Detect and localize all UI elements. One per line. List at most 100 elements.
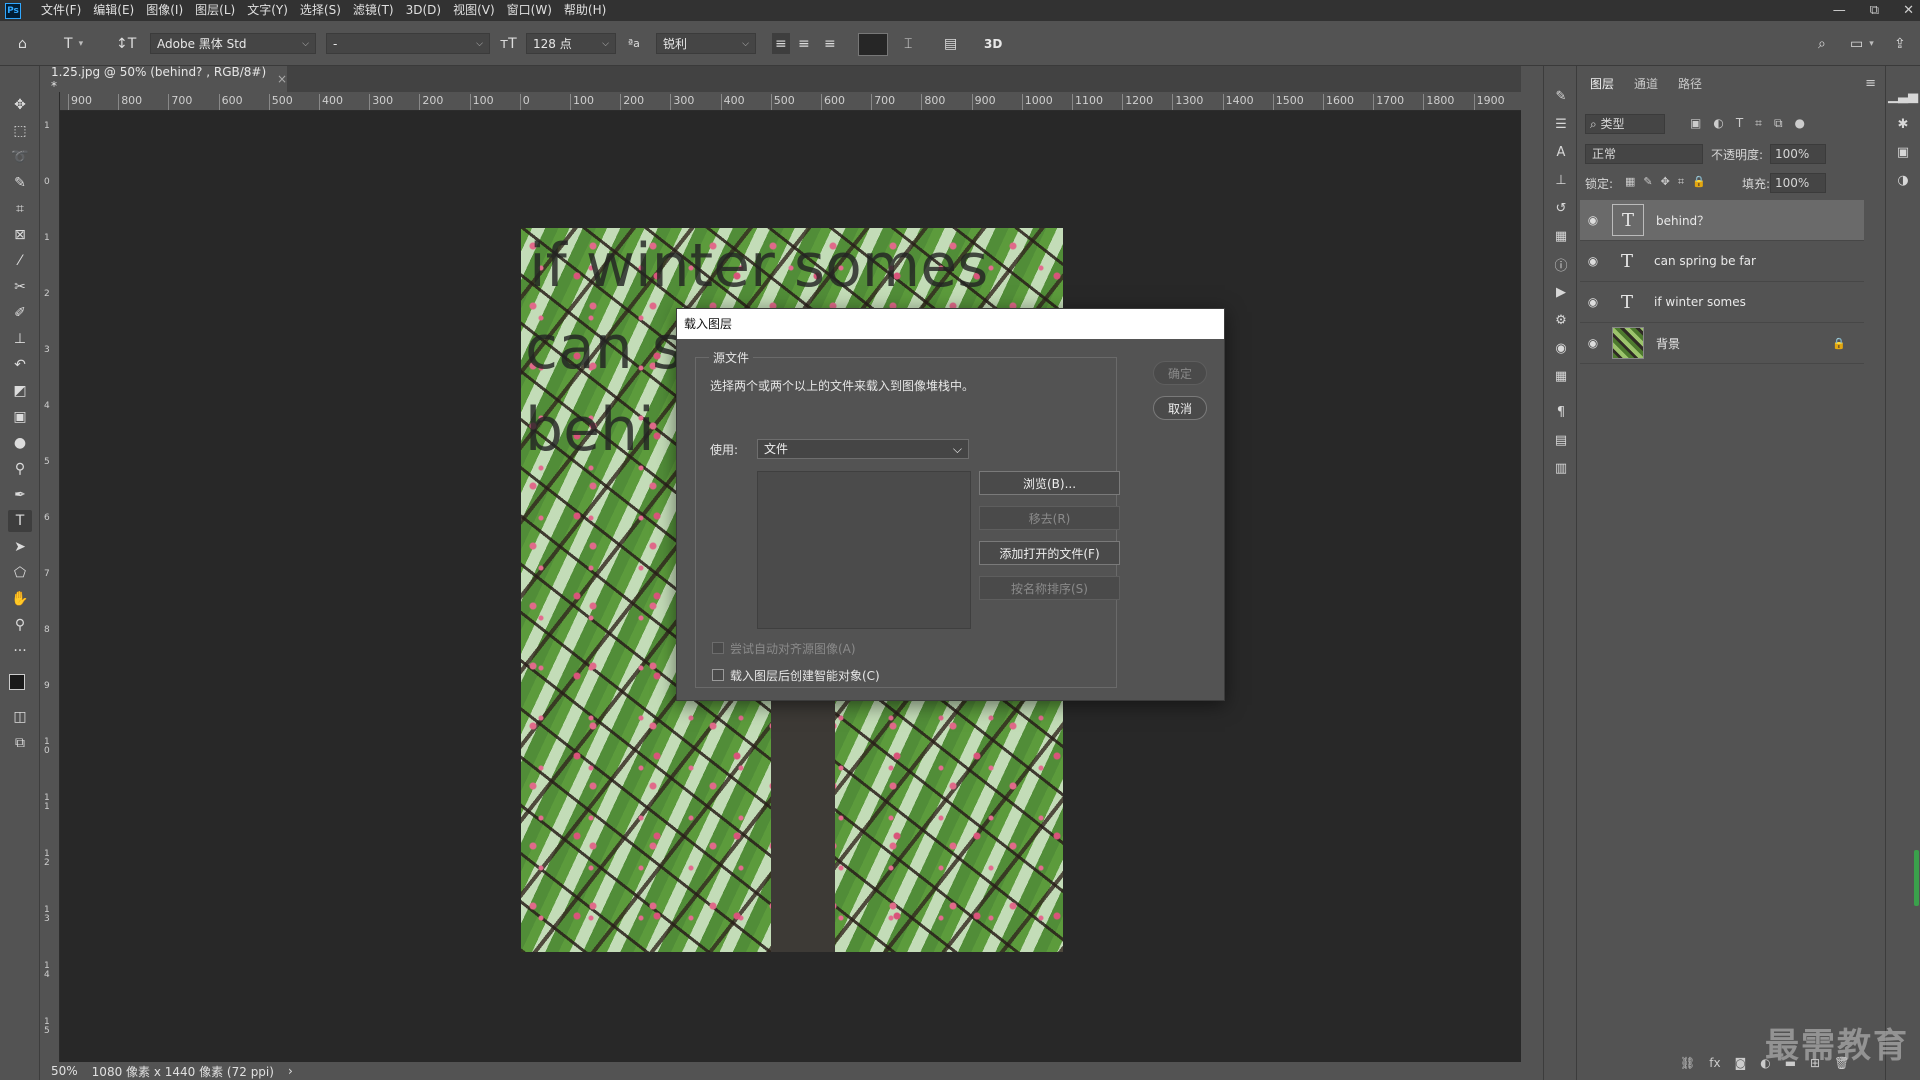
search-icon[interactable]: ⌕: [1818, 33, 1826, 54]
filter-smart-object-icon[interactable]: ⧉: [1774, 116, 1783, 134]
frame-tool-icon[interactable]: ⊠: [8, 224, 32, 246]
character-icon[interactable]: A: [1551, 142, 1571, 162]
browse-button[interactable]: 浏览(B)...: [979, 471, 1120, 495]
warp-text-icon[interactable]: ⌶: [904, 33, 912, 54]
3d-panel-icon[interactable]: ◉: [1551, 338, 1571, 358]
lock-position-icon[interactable]: ✥: [1661, 175, 1670, 189]
photoshop-logo-icon[interactable]: Ps: [5, 2, 21, 19]
crop-tool-icon[interactable]: ⌗: [8, 198, 32, 220]
3d-button[interactable]: 3D: [984, 33, 1002, 54]
character-styles-icon[interactable]: ▥: [1551, 458, 1571, 478]
file-list[interactable]: [757, 471, 971, 629]
filter-shape-icon[interactable]: ⌗: [1755, 116, 1762, 134]
workspace-icon[interactable]: ▭ ▾: [1850, 33, 1874, 54]
toggle-text-orientation-icon[interactable]: ↕T: [116, 33, 136, 54]
align-right-icon[interactable]: ≡: [824, 33, 836, 54]
zoom-level[interactable]: 50%: [51, 1064, 78, 1078]
quick-selection-tool-icon[interactable]: ✎: [8, 172, 32, 194]
lock-all-icon[interactable]: 🔒: [1692, 175, 1706, 189]
menu-view[interactable]: 视图(V): [447, 0, 501, 21]
menu-file[interactable]: 文件(F): [35, 0, 87, 21]
font-family-select[interactable]: Adobe 黑体 Std ⌵: [150, 33, 316, 54]
dodge-tool-icon[interactable]: ⚲: [8, 458, 32, 480]
menu-select[interactable]: 选择(S): [294, 0, 347, 21]
hand-tool-icon[interactable]: ✋: [8, 588, 32, 610]
table-icon[interactable]: ▦: [1551, 366, 1571, 386]
layer-row-behind[interactable]: ◉ T behind？: [1580, 200, 1864, 241]
lock-icon[interactable]: 🔒: [1832, 337, 1846, 350]
smart-object-checkbox[interactable]: [712, 669, 724, 681]
pen-tool-icon[interactable]: ✒: [8, 484, 32, 506]
remove-button[interactable]: 移去(R): [979, 506, 1120, 530]
clone-stamp-tool-icon[interactable]: ⊥: [8, 328, 32, 350]
blur-tool-icon[interactable]: ●: [8, 432, 32, 454]
menu-help[interactable]: 帮助(H): [558, 0, 612, 21]
tab-layers[interactable]: 图层: [1580, 72, 1625, 96]
eraser-tool-icon[interactable]: ◩: [8, 380, 32, 402]
close-tab-icon[interactable]: ×: [277, 72, 287, 86]
blend-mode-select[interactable]: 正常: [1585, 144, 1703, 164]
history-icon[interactable]: ↺: [1551, 198, 1571, 218]
menu-3d[interactable]: 3D(D): [400, 0, 447, 21]
libraries-icon[interactable]: ⚙: [1551, 310, 1571, 330]
menu-type[interactable]: 文字(Y): [241, 0, 294, 21]
ok-button[interactable]: 确定: [1153, 361, 1207, 385]
minimize-icon[interactable]: —: [1833, 0, 1846, 21]
gradient-tool-icon[interactable]: ▣: [8, 406, 32, 428]
move-tool-icon[interactable]: ✥: [8, 94, 32, 116]
lock-image-icon[interactable]: ✎: [1643, 175, 1652, 189]
restore-icon[interactable]: ⧉: [1870, 0, 1879, 21]
share-icon[interactable]: ⇪: [1894, 33, 1906, 54]
filter-toggle-icon[interactable]: ●: [1795, 116, 1805, 134]
status-arrow-icon[interactable]: ›: [288, 1064, 293, 1078]
clone-source-icon[interactable]: ⊥: [1551, 170, 1571, 190]
foreground-color-swatch[interactable]: [9, 674, 25, 690]
color-icon[interactable]: ◑: [1893, 170, 1913, 190]
visibility-eye-icon[interactable]: ◉: [1580, 295, 1606, 309]
visibility-eye-icon[interactable]: ◉: [1580, 213, 1606, 227]
close-icon[interactable]: ✕: [1903, 0, 1914, 21]
navigator-icon[interactable]: ✱: [1893, 114, 1913, 134]
auto-align-checkbox[interactable]: [712, 642, 724, 654]
layer-style-icon[interactable]: fx: [1709, 1056, 1720, 1070]
document-tab[interactable]: 1.25.jpg @ 50% (behind? , RGB/8#) * ×: [41, 65, 287, 93]
font-style-select[interactable]: - ⌵: [326, 33, 490, 54]
zoom-tool-icon[interactable]: ⚲: [8, 614, 32, 636]
tab-channels[interactable]: 通道: [1624, 72, 1668, 96]
vertical-ruler[interactable]: 101234567891 01 11 21 31 41 5: [41, 92, 60, 1062]
add-mask-icon[interactable]: ◙: [1735, 1056, 1747, 1070]
dialog-title[interactable]: 载入图层: [677, 309, 1224, 339]
scroll-indicator[interactable]: [1914, 850, 1919, 906]
path-selection-tool-icon[interactable]: ➤: [8, 536, 32, 558]
eyedropper-tool-icon[interactable]: ⁄: [8, 250, 32, 272]
menu-layer[interactable]: 图层(L): [189, 0, 241, 21]
paragraph-icon[interactable]: ¶: [1551, 402, 1571, 422]
antialias-select[interactable]: 锐利 ⌵: [656, 33, 756, 54]
fill-input[interactable]: 100%: [1770, 173, 1826, 193]
properties-icon[interactable]: ▦: [1551, 226, 1571, 246]
text-color-swatch[interactable]: [858, 33, 888, 56]
menu-filter[interactable]: 滤镜(T): [347, 0, 400, 21]
visibility-eye-icon[interactable]: ◉: [1580, 336, 1606, 350]
healing-brush-tool-icon[interactable]: ✂: [8, 276, 32, 298]
actions-play-icon[interactable]: ▶: [1551, 282, 1571, 302]
align-center-icon[interactable]: ≡: [798, 33, 810, 54]
lock-transparent-icon[interactable]: ▦: [1625, 175, 1635, 189]
layer-row-if-winter-somes[interactable]: ◉ T if winter somes: [1580, 282, 1864, 323]
link-layers-icon[interactable]: ⛓: [1680, 1056, 1695, 1070]
lock-artboard-icon[interactable]: ⌗: [1678, 175, 1684, 189]
character-panel-icon[interactable]: ▤: [944, 33, 957, 54]
lasso-tool-icon[interactable]: ➰: [8, 146, 32, 168]
filter-type-icon[interactable]: T: [1736, 116, 1743, 134]
screen-mode-icon[interactable]: ⧉: [8, 732, 32, 754]
sort-by-name-button[interactable]: 按名称排序(S): [979, 576, 1120, 600]
tab-paths[interactable]: 路径: [1668, 72, 1712, 96]
font-size-select[interactable]: 128 点 ⌵: [526, 33, 616, 54]
add-open-files-button[interactable]: 添加打开的文件(F): [979, 541, 1120, 565]
filter-adjustment-icon[interactable]: ◐: [1713, 116, 1723, 134]
quick-mask-icon[interactable]: ◫: [8, 706, 32, 728]
brush-tool-icon[interactable]: ✐: [8, 302, 32, 324]
menu-window[interactable]: 窗口(W): [501, 0, 558, 21]
menu-edit[interactable]: 编辑(E): [87, 0, 140, 21]
use-select[interactable]: 文件 ⌵: [757, 439, 969, 459]
